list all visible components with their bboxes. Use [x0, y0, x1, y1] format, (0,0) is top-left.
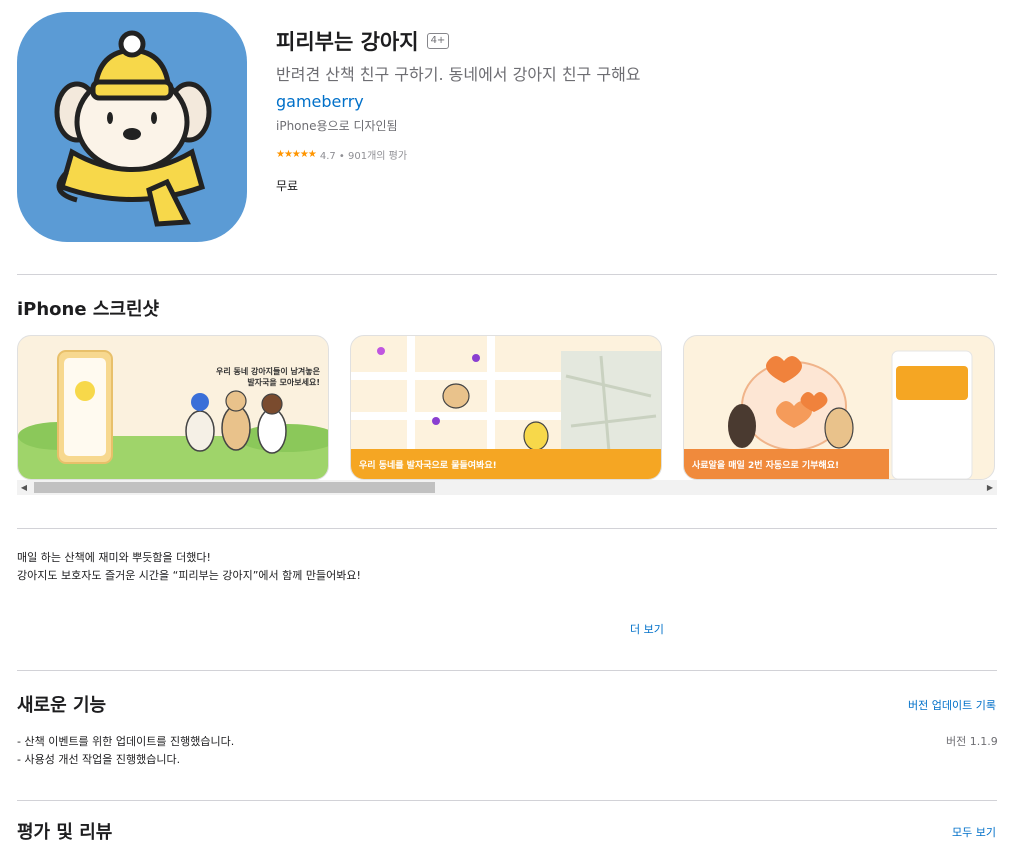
rating-summary: ★★★★★ 4.7 • 901개의 평가 [276, 147, 407, 162]
description-line-1: 매일 하는 산책에 재미와 뿌듯함을 더했다! [17, 551, 211, 564]
app-icon [17, 12, 247, 242]
reviews-title: 평가 및 리뷰 [17, 822, 113, 843]
screenshot-3[interactable]: 사료알을 매일 2번 자동으로 기부해요! [683, 335, 995, 480]
see-all-link[interactable]: 모두 보기 [952, 824, 996, 840]
app-title: 피리부는 강아지 4+ [276, 26, 450, 56]
scroll-left-icon[interactable]: ◀ [17, 480, 31, 495]
price-label: 무료 [276, 179, 299, 193]
screenshot-2-caption: 우리 동네를 발자국으로 물들여봐요! [359, 460, 497, 471]
screenshot-3-caption: 사료알을 매일 2번 자동으로 기부해요! [692, 460, 840, 471]
age-rating-badge: 4+ [426, 33, 450, 49]
app-title-text: 피리부는 강아지 [276, 30, 419, 54]
rating-text: 4.7 • 901개의 평가 [319, 151, 408, 162]
release-note-2: - 사용성 개선 작업을 진행했습니다. [17, 753, 181, 766]
star-rating-icon: ★★★★★ [276, 149, 317, 160]
version-history-link[interactable]: 버전 업데이트 기록 [908, 697, 996, 713]
release-note-1: - 산책 이벤트를 위한 업데이트를 진행했습니다. [17, 735, 235, 748]
description-line-2: 강아지도 보호자도 즐거운 시간을 “피리부는 강아지”에서 함께 만들어봐요! [17, 569, 361, 582]
screenshot-1-caption: 우리 동네 강아지들이 남겨놓은 발자국을 모아보세요! [215, 367, 320, 387]
app-subtitle: 반려견 산책 친구 구하기. 동네에서 강아지 친구 구해요 [276, 65, 641, 84]
divider [17, 528, 997, 529]
screenshots-title: iPhone 스크린샷 [17, 299, 160, 320]
whats-new-title: 새로운 기능 [17, 695, 107, 716]
version-label: 버전 1.1.9 [946, 735, 998, 748]
screenshot-1[interactable]: 우리 동네 강아지들이 남겨놓은 발자국을 모아보세요! [17, 335, 329, 480]
screenshot-2[interactable]: 우리 동네를 발자국으로 물들여봐요! [350, 335, 662, 480]
scroll-right-icon[interactable]: ▶ [983, 480, 997, 495]
divider [17, 670, 997, 671]
developer-link[interactable]: gameberry [276, 92, 364, 111]
screenshot-1-art [18, 350, 328, 479]
dog-logo-icon [54, 30, 212, 227]
more-link[interactable]: 더 보기 [630, 621, 664, 637]
designed-for-label: iPhone용으로 디자인됨 [276, 119, 398, 133]
divider [17, 800, 997, 801]
scrollbar-thumb[interactable] [34, 482, 435, 493]
divider [17, 274, 997, 275]
